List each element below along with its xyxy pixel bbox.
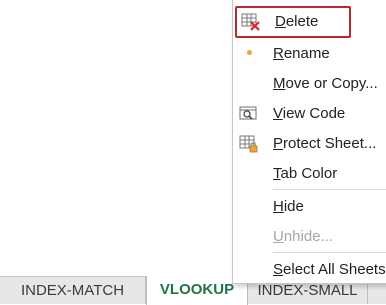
menu-separator — [273, 252, 386, 253]
menu-item-move-or-copy[interactable]: Move or Copy... — [233, 71, 386, 97]
sheet-tab-index-match[interactable]: INDEX-MATCH — [0, 277, 146, 304]
menu-separator — [273, 189, 386, 190]
menu-item-select-all-accesskey: S — [273, 261, 284, 278]
delete-sheet-icon — [241, 13, 261, 31]
menu-item-hide-accesskey: H — [273, 198, 284, 215]
menu-item-delete[interactable]: Delete — [235, 6, 351, 38]
rename-dot-icon — [247, 50, 252, 55]
menu-item-protect-sheet[interactable]: Protect Sheet... — [233, 131, 386, 157]
menu-item-hide-label: ide — [283, 198, 304, 215]
menu-item-move-label: ove or Copy... — [285, 75, 378, 92]
menu-item-move-accesskey: M — [273, 75, 286, 92]
menu-item-view-code-label: iew Code — [282, 105, 346, 122]
menu-item-tab-color[interactable]: Tab Color — [233, 161, 386, 187]
menu-item-unhide: Unhide... — [233, 224, 386, 250]
menu-item-select-all-label: elect All Sheets — [283, 261, 386, 278]
menu-item-rename-label: ename — [283, 45, 330, 62]
menu-item-protect-label: rotect Sheet... — [283, 135, 377, 152]
menu-item-delete-accesskey: D — [275, 13, 286, 30]
menu-item-rename-accesskey: R — [273, 45, 284, 62]
menu-item-delete-label: elete — [285, 13, 319, 30]
menu-item-view-code[interactable]: View Code — [233, 101, 386, 127]
view-code-icon — [239, 105, 259, 123]
sheet-context-menu: Delete Rename Move or Copy... View Code — [232, 0, 386, 284]
menu-item-unhide-accesskey: U — [273, 228, 284, 245]
menu-item-protect-accesskey: P — [273, 135, 284, 152]
menu-item-hide[interactable]: Hide — [233, 194, 386, 220]
menu-item-tab-color-accesskey: T — [273, 165, 281, 182]
protect-sheet-icon — [239, 135, 259, 153]
menu-item-unhide-label: nhide... — [283, 228, 334, 245]
menu-item-tab-color-label: ab Color — [280, 165, 338, 182]
menu-item-view-code-accesskey: V — [273, 105, 283, 122]
menu-item-select-all-sheets[interactable]: Select All Sheets — [233, 257, 386, 283]
menu-item-rename[interactable]: Rename — [233, 41, 386, 67]
